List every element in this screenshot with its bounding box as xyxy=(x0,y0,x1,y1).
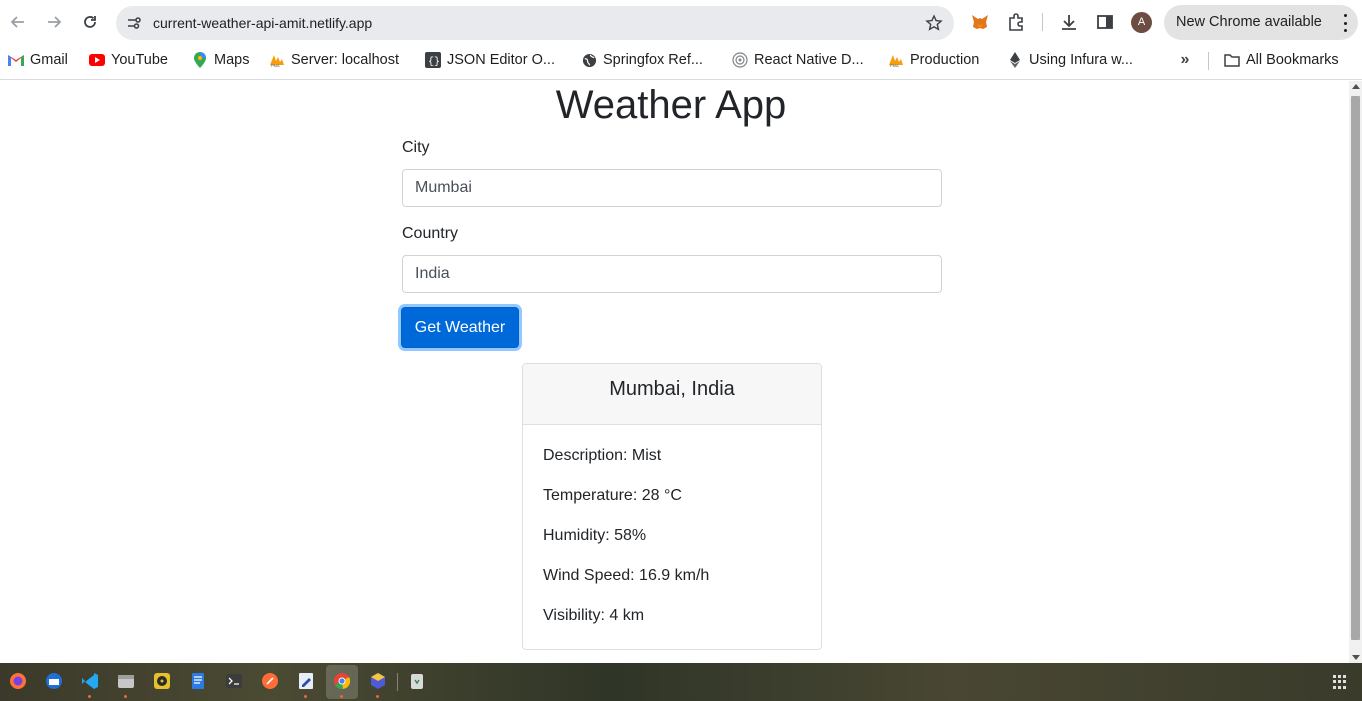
bookmark-infura[interactable]: Using Infura w... xyxy=(1007,45,1133,75)
browser-toolbar: current-weather-api-amit.netlify.app A N… xyxy=(0,0,1362,45)
maps-icon xyxy=(192,52,208,68)
bookmark-label: Using Infura w... xyxy=(1029,52,1133,68)
side-panel-icon[interactable] xyxy=(1094,11,1116,33)
bookmark-label: Springfox Ref... xyxy=(603,52,703,68)
country-label: Country xyxy=(402,225,459,242)
metamask-icon[interactable] xyxy=(969,11,991,33)
bookmark-react-native[interactable]: React Native D... xyxy=(732,45,864,75)
rhythmbox-icon[interactable] xyxy=(153,672,171,690)
postman-icon[interactable] xyxy=(261,672,279,690)
download-icon[interactable] xyxy=(1058,11,1080,33)
bookmark-label: YouTube xyxy=(111,52,168,68)
profile-avatar[interactable]: A xyxy=(1131,12,1152,33)
star-icon[interactable] xyxy=(924,13,944,33)
thunderbird-icon[interactable] xyxy=(45,672,63,690)
bookmark-youtube[interactable]: YouTube xyxy=(89,45,168,75)
react-icon xyxy=(732,52,748,68)
vscode-icon[interactable] xyxy=(81,672,99,690)
running-indicator xyxy=(88,695,91,698)
weather-card-body: Description: Mist Temperature: 28 °C Hum… xyxy=(523,425,821,625)
chrome-icon[interactable] xyxy=(333,672,351,690)
bookmark-label: Gmail xyxy=(30,52,68,68)
weather-card-header: Mumbai, India xyxy=(523,364,821,425)
svg-text:{}: {} xyxy=(428,56,440,68)
address-bar[interactable]: current-weather-api-amit.netlify.app xyxy=(116,6,954,40)
all-bookmarks-label: All Bookmarks xyxy=(1246,52,1339,68)
weather-temperature: Temperature: 28 °C xyxy=(543,487,682,504)
bookmarks-overflow-button[interactable]: » xyxy=(1175,49,1195,71)
weather-description: Description: Mist xyxy=(543,447,662,464)
scroll-up-arrow-icon[interactable] xyxy=(1352,84,1360,89)
bookmarks-divider xyxy=(1208,52,1209,70)
bookmark-label: React Native D... xyxy=(754,52,864,68)
json-editor-icon: {} xyxy=(425,52,441,68)
more-icon[interactable] xyxy=(1342,14,1348,32)
bookmark-label: Production xyxy=(910,52,980,68)
running-indicator xyxy=(304,695,307,698)
city-label: City xyxy=(402,139,430,156)
ethereum-icon xyxy=(1007,52,1023,68)
update-chrome-button[interactable]: New Chrome available xyxy=(1164,5,1358,40)
phpmyadmin-icon: PMA xyxy=(269,52,285,68)
forward-icon[interactable] xyxy=(42,10,66,34)
extensions-icon[interactable] xyxy=(1005,11,1027,33)
taskbar-separator xyxy=(397,673,398,691)
bookmarks-bar: Gmail YouTube Maps PMA Server: localhost… xyxy=(0,45,1362,80)
weather-card: Mumbai, India Description: Mist Temperat… xyxy=(522,363,822,650)
scroll-down-arrow-icon[interactable] xyxy=(1352,655,1360,660)
cube-app-icon[interactable] xyxy=(369,672,387,690)
back-icon[interactable] xyxy=(6,10,30,34)
bookmark-maps[interactable]: Maps xyxy=(192,45,249,75)
bookmark-springfox[interactable]: Springfox Ref... xyxy=(581,45,703,75)
bookmark-label: Maps xyxy=(214,52,250,68)
weather-humidity: Humidity: 58% xyxy=(543,527,647,544)
files-icon[interactable] xyxy=(117,672,135,690)
trash-icon[interactable] xyxy=(408,672,426,690)
all-bookmarks-button[interactable]: All Bookmarks xyxy=(1224,45,1339,75)
site-info-icon[interactable] xyxy=(124,13,144,33)
page-viewport: Weather App City Country Get Weather Mum… xyxy=(0,81,1349,663)
bookmark-label: JSON Editor O... xyxy=(447,52,555,68)
bookmark-server-localhost[interactable]: PMA Server: localhost xyxy=(269,45,399,75)
weather-wind-speed: Wind Speed: 16.9 km/h xyxy=(543,567,710,584)
page-scrollbar[interactable] xyxy=(1349,81,1362,663)
scrollbar-thumb[interactable] xyxy=(1351,96,1360,640)
get-weather-button[interactable]: Get Weather xyxy=(401,307,519,348)
app-grid-icon[interactable] xyxy=(1333,675,1347,689)
notes-icon[interactable] xyxy=(297,672,315,690)
svg-text:PMA: PMA xyxy=(890,63,899,67)
country-input[interactable] xyxy=(402,255,942,293)
folder-icon xyxy=(1224,52,1240,68)
phpmyadmin-icon: PMA xyxy=(888,52,904,68)
gmail-icon xyxy=(8,52,24,68)
text-editor-icon[interactable] xyxy=(189,672,207,690)
svg-text:PMA: PMA xyxy=(271,63,280,67)
youtube-icon xyxy=(89,52,105,68)
page-title: Weather App xyxy=(555,83,787,127)
running-indicator xyxy=(340,695,343,698)
reload-icon[interactable] xyxy=(78,10,102,34)
terminal-icon[interactable] xyxy=(225,672,243,690)
toolbar-divider xyxy=(1042,13,1043,31)
running-indicator xyxy=(124,695,127,698)
city-input[interactable] xyxy=(402,169,942,207)
update-label: New Chrome available xyxy=(1176,14,1322,30)
bookmark-gmail[interactable]: Gmail xyxy=(8,45,68,75)
url-text: current-weather-api-amit.netlify.app xyxy=(153,15,373,31)
globe-icon xyxy=(581,52,597,68)
bookmark-label: Server: localhost xyxy=(291,52,399,68)
firefox-icon[interactable] xyxy=(9,672,27,690)
bookmark-production[interactable]: PMA Production xyxy=(888,45,979,75)
running-indicator xyxy=(376,695,379,698)
bookmark-json-editor[interactable]: {} JSON Editor O... xyxy=(425,45,555,75)
os-taskbar xyxy=(0,663,1362,701)
weather-visibility: Visibility: 4 km xyxy=(543,607,645,624)
